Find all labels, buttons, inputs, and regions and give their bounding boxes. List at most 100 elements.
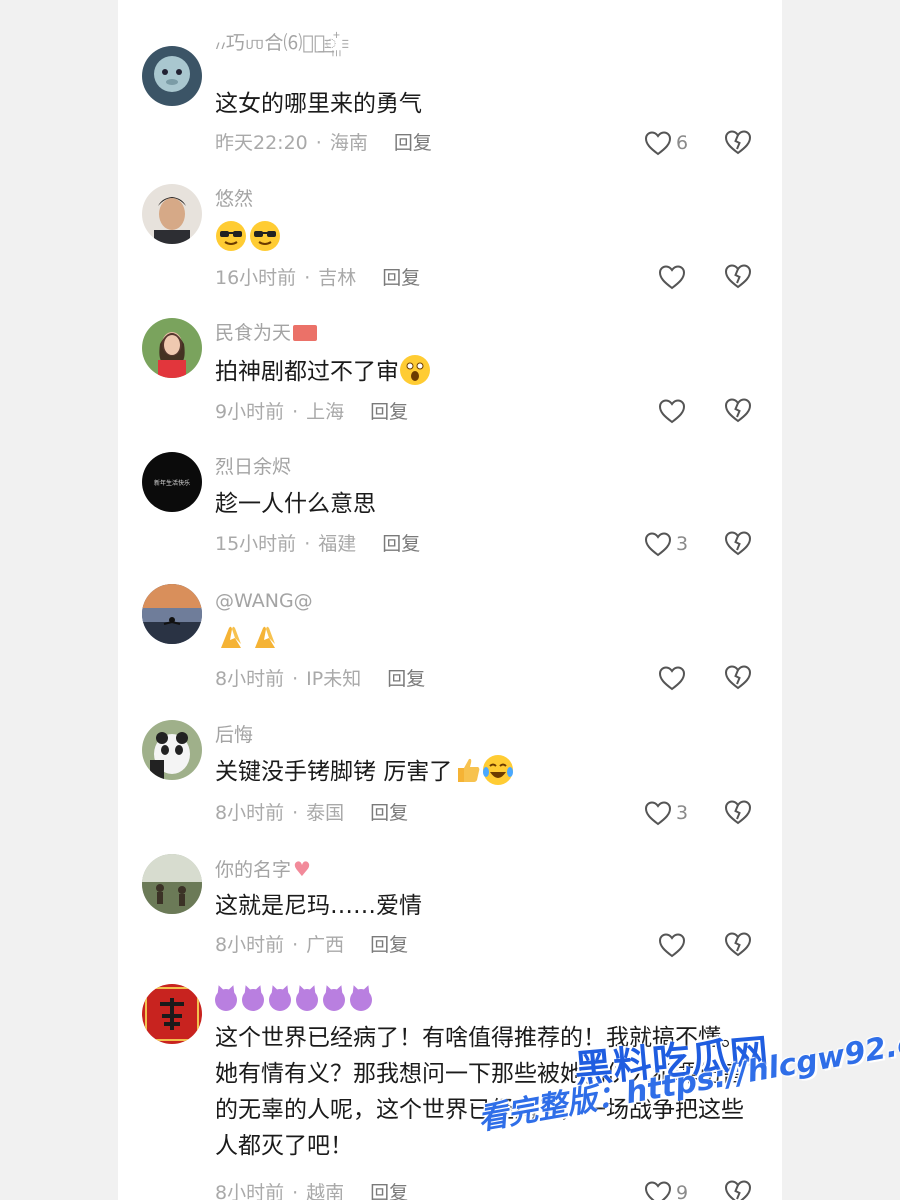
heart-outline-icon (644, 1181, 672, 1200)
smiling-devil-icon (350, 989, 372, 1011)
avatar[interactable] (142, 984, 202, 1044)
reply-button[interactable]: 回复 (370, 934, 408, 956)
comment-location: 吉林 (318, 267, 357, 289)
tears-of-joy-icon (482, 754, 514, 786)
comment-location: 广西 (306, 934, 345, 956)
avatar[interactable] (142, 854, 202, 914)
comment-username[interactable]: 你的名字 ♥ (215, 856, 311, 883)
like-button[interactable]: 3 (644, 529, 696, 559)
comment-meta: 8小时前 · 广西 回复 (215, 934, 409, 956)
dislike-button[interactable] (724, 1178, 752, 1200)
like-count: 3 (676, 533, 689, 555)
heart-outline-icon (658, 265, 686, 290)
smiling-devil-icon (215, 989, 237, 1011)
dislike-button[interactable] (724, 396, 752, 424)
comment-time: 15小时前 (215, 533, 297, 555)
comment-username[interactable]: 民食为天 (215, 320, 318, 346)
comment-time: 16小时前 (215, 267, 297, 289)
dislike-button[interactable] (724, 663, 752, 691)
broken-heart-icon (724, 1180, 752, 1200)
like-button[interactable] (658, 262, 710, 292)
comment-text (215, 620, 755, 656)
comment-text: 趁一人什么意思 (215, 491, 376, 517)
comment-meta: 16小时前 · 吉林 回复 (215, 267, 421, 289)
comment-username[interactable]: 烈日余烬 (215, 454, 291, 480)
heart-outline-icon (644, 801, 672, 826)
avatar[interactable] (142, 46, 202, 106)
comment-text: 这就是尼玛……爱情 (215, 893, 422, 919)
comment-username[interactable]: 后悔 (215, 722, 253, 748)
comment-text: 关键没手铐脚铐 厉害了 (215, 754, 755, 790)
heart-icon: ♥ (293, 857, 311, 881)
comment-location: 越南 (306, 1182, 345, 1200)
comment-location: 福建 (318, 533, 357, 555)
dislike-button[interactable] (724, 262, 752, 290)
comment-username[interactable] (215, 988, 377, 1014)
comment-time: 9小时前 (215, 401, 285, 423)
comment-time: 8小时前 (215, 668, 285, 690)
like-button[interactable] (658, 396, 710, 426)
avatar[interactable] (142, 184, 202, 244)
avatar[interactable]: 新年生活快乐 (142, 452, 202, 512)
comment-meta: 9小时前 · 上海 回复 (215, 401, 409, 423)
heart-outline-icon (658, 933, 686, 958)
dislike-button[interactable] (724, 798, 752, 826)
sunglasses-face-icon (249, 220, 281, 252)
comment-username[interactable]: @WANG@ (215, 588, 313, 614)
like-button[interactable]: 9 (644, 1178, 696, 1200)
like-button[interactable] (658, 930, 710, 960)
reply-button[interactable]: 回复 (382, 267, 420, 289)
smiling-devil-icon (296, 989, 318, 1011)
reply-button[interactable]: 回复 (370, 401, 408, 423)
reply-button[interactable]: 回复 (394, 132, 432, 154)
dislike-button[interactable] (724, 128, 752, 156)
reply-button[interactable]: 回复 (370, 802, 408, 824)
avatar[interactable] (142, 584, 202, 644)
folded-hands-icon (215, 620, 247, 652)
reply-button[interactable]: 回复 (382, 533, 420, 555)
comment-location: 上海 (306, 401, 345, 423)
broken-heart-icon (724, 665, 752, 690)
heart-outline-icon (644, 532, 672, 557)
comment-username[interactable]: 悠然 (215, 186, 253, 212)
avatar[interactable] (142, 720, 202, 780)
comment-time: 8小时前 (215, 1182, 285, 1200)
comment-panel: ៸៸巧ஶ合⑹ꪑ⃓꯭꙲ 这女的哪里来的勇气 昨天22:20 · 海南 回复 6 悠然 1… (118, 0, 782, 1200)
comment-time: 8小时前 (215, 934, 285, 956)
avatar[interactable] (142, 318, 202, 378)
comment-meta: 8小时前 · 泰国 回复 (215, 802, 409, 824)
reply-button[interactable]: 回复 (370, 1182, 408, 1200)
flag-icon (293, 325, 318, 341)
broken-heart-icon (724, 398, 752, 423)
heart-outline-icon (658, 666, 686, 691)
comment-username[interactable]: ៸៸巧ஶ合⑹ꪑ⃓꯭꙲ (215, 30, 337, 56)
like-button[interactable]: 6 (644, 128, 696, 158)
comment-meta: 8小时前 · 越南 回复 (215, 1180, 408, 1200)
folded-hands-icon (249, 620, 281, 652)
thumbs-up-icon (452, 754, 480, 786)
comment-location: 泰国 (306, 802, 345, 824)
smiling-devil-icon (242, 989, 264, 1011)
comment-text (215, 220, 755, 256)
like-button[interactable] (658, 663, 710, 693)
like-count: 9 (676, 1182, 689, 1200)
like-count: 6 (676, 132, 689, 154)
sunglasses-face-icon (215, 220, 247, 252)
comment-location: 海南 (329, 132, 368, 154)
broken-heart-icon (724, 932, 752, 957)
heart-outline-icon (658, 399, 686, 424)
comment-time: 8小时前 (215, 802, 285, 824)
broken-heart-icon (724, 800, 752, 825)
reply-button[interactable]: 回复 (387, 668, 425, 690)
dislike-button[interactable] (724, 529, 752, 557)
comment-meta: 8小时前 · IP未知 回复 (215, 668, 426, 690)
comment-time: 昨天22:20 (215, 132, 308, 154)
comment-meta: 15小时前 · 福建 回复 (215, 533, 421, 555)
smiling-devil-icon (269, 989, 291, 1011)
dislike-button[interactable] (724, 930, 752, 958)
devil-emoji-row (215, 988, 377, 1014)
heart-outline-icon (644, 131, 672, 156)
comment-meta: 昨天22:20 · 海南 回复 (215, 132, 432, 154)
avatar-caption: 新年生活快乐 (154, 479, 190, 487)
like-button[interactable]: 3 (644, 798, 696, 828)
